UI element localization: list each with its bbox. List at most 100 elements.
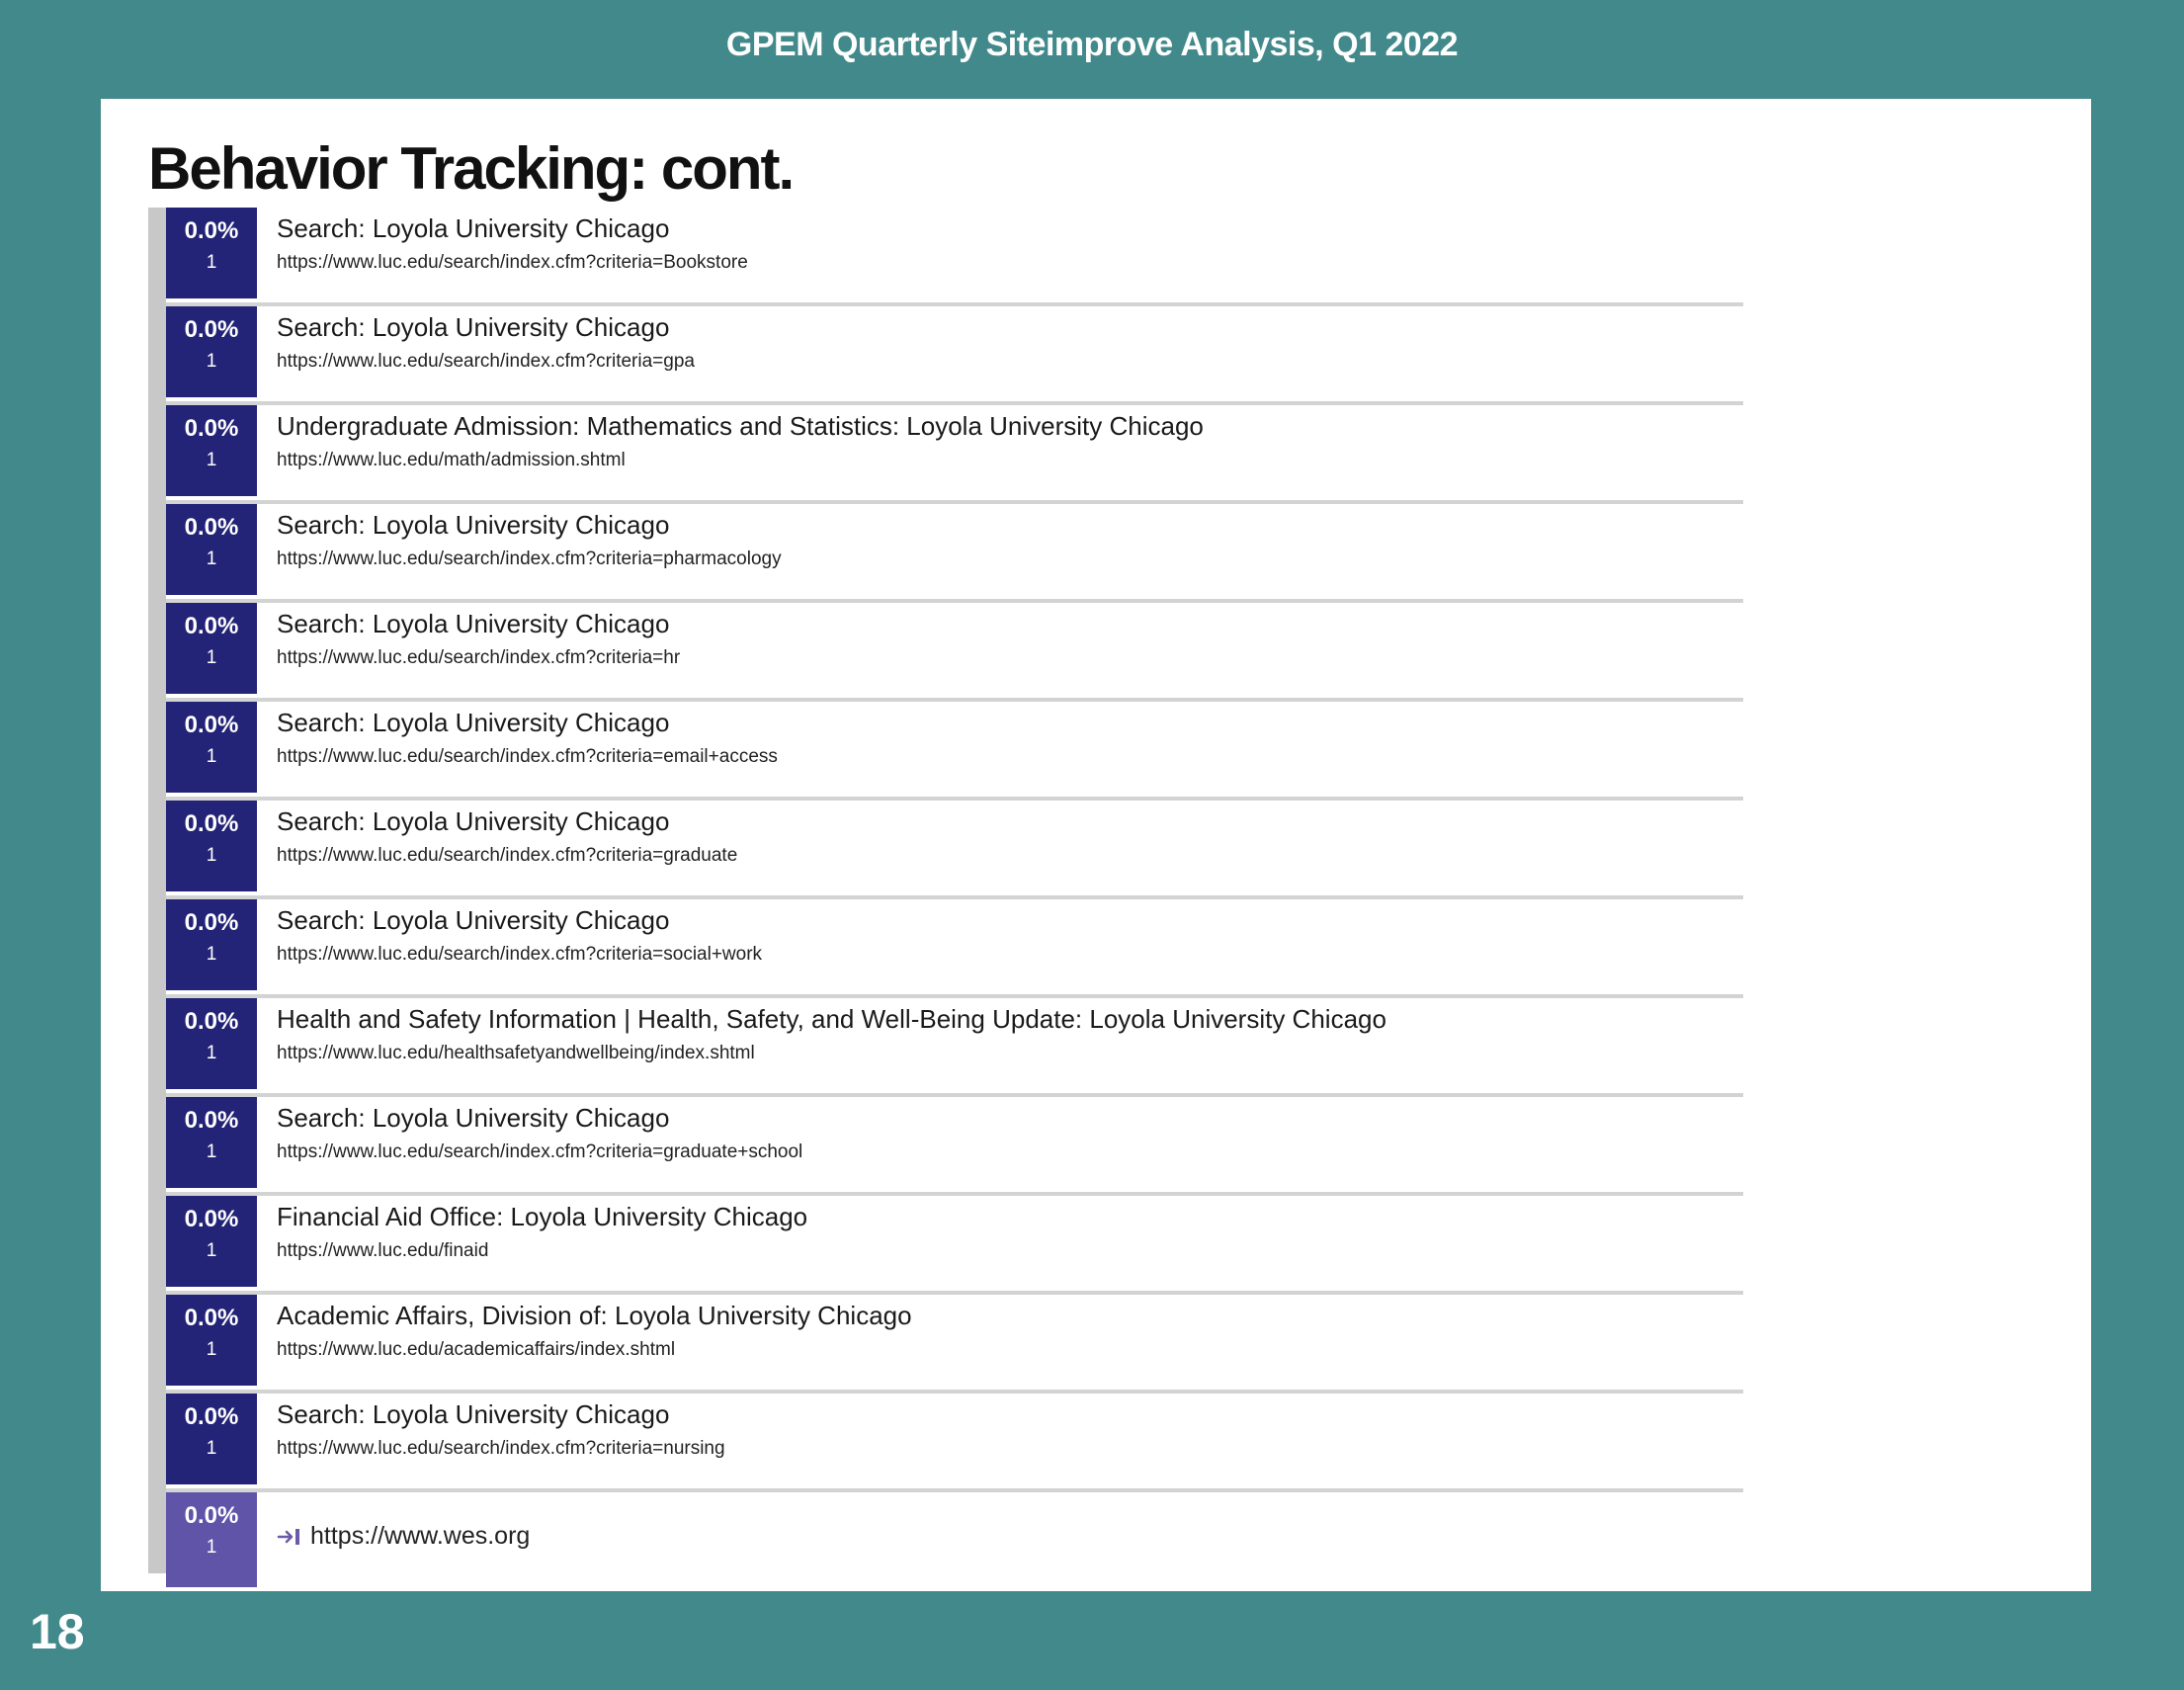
page-url[interactable]: https://www.luc.edu/search/index.cfm?cri… <box>277 647 1743 669</box>
page-info: Academic Affairs, Division of: Loyola Un… <box>277 1299 1743 1361</box>
count-value: 1 <box>206 252 217 273</box>
stat-box: 0.0% 1 <box>166 801 257 891</box>
stat-box: 0.0% 1 <box>166 405 257 496</box>
count-value: 1 <box>206 1141 217 1162</box>
page-url[interactable]: https://www.luc.edu/academicaffairs/inde… <box>277 1339 1743 1361</box>
page-title[interactable]: Financial Aid Office: Loyola University … <box>277 1202 1743 1232</box>
external-link-arrow-icon <box>277 1528 299 1545</box>
count-value: 1 <box>206 1043 217 1063</box>
count-value: 1 <box>206 746 217 767</box>
content-panel: Behavior Tracking: cont. 0.0% 1 Search: … <box>101 99 2091 1591</box>
page-title[interactable]: Search: Loyola University Chicago <box>277 213 1743 244</box>
stat-box: 0.0% 1 <box>166 208 257 298</box>
page-url[interactable]: https://www.luc.edu/search/index.cfm?cri… <box>277 549 1743 570</box>
page-info: Search: Loyola University Chicago https:… <box>277 804 1743 867</box>
page-url[interactable]: https://www.luc.edu/search/index.cfm?cri… <box>277 351 1743 373</box>
list-item[interactable]: 0.0% 1 Academic Affairs, Division of: Lo… <box>166 1295 1743 1394</box>
stat-box: 0.0% 1 <box>166 1492 257 1587</box>
page-title[interactable]: Search: Loyola University Chicago <box>277 806 1743 837</box>
stat-box: 0.0% 1 <box>166 702 257 793</box>
percent-value: 0.0% <box>184 712 239 738</box>
percent-value: 0.0% <box>184 1403 239 1430</box>
list-item[interactable]: 0.0% 1 Search: Loyola University Chicago… <box>166 899 1743 998</box>
page-number: 18 <box>30 1604 85 1659</box>
count-value: 1 <box>206 351 217 372</box>
count-value: 1 <box>206 1438 217 1459</box>
list-item[interactable]: 0.0% 1 Search: Loyola University Chicago… <box>166 208 1743 306</box>
list-item[interactable]: 0.0% 1 Search: Loyola University Chicago… <box>166 1394 1743 1492</box>
percent-value: 0.0% <box>184 316 239 343</box>
page-info: Search: Loyola University Chicago https:… <box>277 903 1743 966</box>
stat-box: 0.0% 1 <box>166 603 257 694</box>
page-info: Search: Loyola University Chicago https:… <box>277 211 1743 274</box>
count-value: 1 <box>206 450 217 470</box>
page-info: Health and Safety Information | Health, … <box>277 1002 1743 1064</box>
page-title[interactable]: Search: Loyola University Chicago <box>277 708 1743 738</box>
page-url[interactable]: https://www.luc.edu/search/index.cfm?cri… <box>277 944 1743 966</box>
stat-box: 0.0% 1 <box>166 306 257 397</box>
stat-box: 0.0% 1 <box>166 1295 257 1386</box>
count-value: 1 <box>206 944 217 965</box>
page-url[interactable]: https://www.luc.edu/finaid <box>277 1240 1743 1262</box>
percent-value: 0.0% <box>184 1502 239 1529</box>
page-title[interactable]: Search: Loyola University Chicago <box>277 510 1743 541</box>
stat-box: 0.0% 1 <box>166 1196 257 1287</box>
page-title[interactable]: Search: Loyola University Chicago <box>277 905 1743 936</box>
list-item[interactable]: 0.0% 1 Search: Loyola University Chicago… <box>166 306 1743 405</box>
page-url[interactable]: https://www.luc.edu/search/index.cfm?cri… <box>277 845 1743 867</box>
percent-value: 0.0% <box>184 514 239 541</box>
page-title[interactable]: Health and Safety Information | Health, … <box>277 1004 1743 1035</box>
stat-box: 0.0% 1 <box>166 504 257 595</box>
percent-value: 0.0% <box>184 217 239 244</box>
list-item[interactable]: 0.0% 1 Search: Loyola University Chicago… <box>166 1097 1743 1196</box>
page-info: Search: Loyola University Chicago https:… <box>277 508 1743 570</box>
page-info: Search: Loyola University Chicago https:… <box>277 1101 1743 1163</box>
list-item[interactable]: 0.0% 1 Search: Loyola University Chicago… <box>166 702 1743 801</box>
list-item[interactable]: 0.0% 1 Search: Loyola University Chicago… <box>166 801 1743 899</box>
count-value: 1 <box>206 1537 217 1558</box>
count-value: 1 <box>206 1339 217 1360</box>
percent-value: 0.0% <box>184 1305 239 1331</box>
page-info: Financial Aid Office: Loyola University … <box>277 1200 1743 1262</box>
page-url[interactable]: https://www.luc.edu/search/index.cfm?cri… <box>277 746 1743 768</box>
page-title[interactable]: Search: Loyola University Chicago <box>277 1103 1743 1134</box>
report-header-title: GPEM Quarterly Siteimprove Analysis, Q1 … <box>725 26 1459 63</box>
count-value: 1 <box>206 845 217 866</box>
percent-value: 0.0% <box>184 613 239 639</box>
behavior-tracking-list: 0.0% 1 Search: Loyola University Chicago… <box>148 208 1743 1587</box>
page-title[interactable]: Search: Loyola University Chicago <box>277 312 1743 343</box>
list-item[interactable]: 0.0% 1 Health and Safety Information | H… <box>166 998 1743 1097</box>
page-url[interactable]: https://www.luc.edu/search/index.cfm?cri… <box>277 252 1743 274</box>
page-info: Search: Loyola University Chicago https:… <box>277 706 1743 768</box>
percent-value: 0.0% <box>184 415 239 442</box>
page-url[interactable]: https://www.luc.edu/search/index.cfm?cri… <box>277 1141 1743 1163</box>
stat-box: 0.0% 1 <box>166 998 257 1089</box>
stat-box: 0.0% 1 <box>166 1097 257 1188</box>
page-title[interactable]: Search: Loyola University Chicago <box>277 609 1743 639</box>
percent-value: 0.0% <box>184 1008 239 1035</box>
page-info: Search: Loyola University Chicago https:… <box>277 310 1743 373</box>
count-value: 1 <box>206 647 217 668</box>
page-title[interactable]: Search: Loyola University Chicago <box>277 1399 1743 1430</box>
count-value: 1 <box>206 549 217 569</box>
percent-value: 0.0% <box>184 1107 239 1134</box>
external-link-item[interactable]: 0.0% 1 https://www.wes.org <box>166 1492 1743 1587</box>
percent-value: 0.0% <box>184 909 239 936</box>
external-url[interactable]: https://www.wes.org <box>310 1522 530 1551</box>
page-url[interactable]: https://www.luc.edu/search/index.cfm?cri… <box>277 1438 1743 1460</box>
page-title[interactable]: Academic Affairs, Division of: Loyola Un… <box>277 1301 1743 1331</box>
list-item[interactable]: 0.0% 1 Financial Aid Office: Loyola Univ… <box>166 1196 1743 1295</box>
page-info: https://www.wes.org <box>277 1522 1743 1551</box>
percent-value: 0.0% <box>184 810 239 837</box>
page-url[interactable]: https://www.luc.edu/math/admission.shtml <box>277 450 1743 471</box>
page-title[interactable]: Undergraduate Admission: Mathematics and… <box>277 411 1743 442</box>
section-title: Behavior Tracking: cont. <box>148 135 795 202</box>
list-item[interactable]: 0.0% 1 Undergraduate Admission: Mathemat… <box>166 405 1743 504</box>
page-info: Undergraduate Admission: Mathematics and… <box>277 409 1743 471</box>
page-url[interactable]: https://www.luc.edu/healthsafetyandwellb… <box>277 1043 1743 1064</box>
count-value: 1 <box>206 1240 217 1261</box>
list-item[interactable]: 0.0% 1 Search: Loyola University Chicago… <box>166 603 1743 702</box>
page-info: Search: Loyola University Chicago https:… <box>277 607 1743 669</box>
list-item[interactable]: 0.0% 1 Search: Loyola University Chicago… <box>166 504 1743 603</box>
stat-box: 0.0% 1 <box>166 899 257 990</box>
